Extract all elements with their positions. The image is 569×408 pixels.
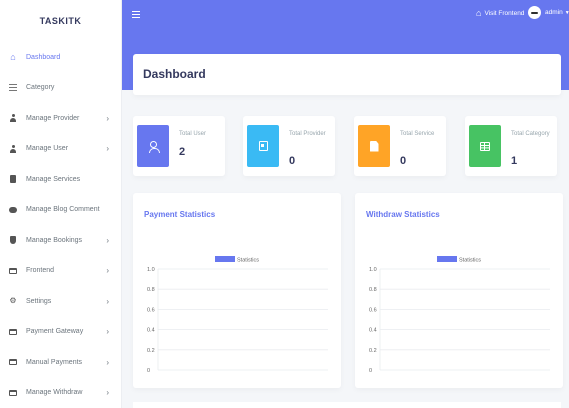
y-tick-label: 0.6 bbox=[369, 307, 377, 313]
withdraw-statistics-card: Withdraw Statistics Statistics 1.0 0.8 0.6 0… bbox=[355, 193, 563, 388]
stat-label: Total User bbox=[179, 131, 207, 137]
stat-icon-box bbox=[247, 125, 279, 167]
file-icon bbox=[369, 140, 379, 152]
sidebar-item-manage-user[interactable]: Manage User › bbox=[0, 134, 121, 165]
stat-value: 2 bbox=[179, 146, 186, 158]
y-tick-label: 1.0 bbox=[147, 267, 155, 273]
booking-icon bbox=[8, 235, 18, 245]
sidebar-item-manual-payments[interactable]: Manual Payments › bbox=[0, 347, 121, 378]
service-icon bbox=[8, 174, 18, 184]
y-tick-label: 1.0 bbox=[369, 267, 377, 273]
user-icon bbox=[8, 144, 18, 154]
sidebar-item-payment-gateway[interactable]: Payment Gateway › bbox=[0, 317, 121, 348]
user-icon bbox=[8, 113, 18, 123]
y-tick-label: 0.6 bbox=[147, 307, 155, 313]
frontend-icon bbox=[8, 266, 18, 276]
stat-label: Total Category bbox=[511, 131, 550, 137]
chevron-right-icon: › bbox=[106, 296, 109, 306]
list-icon bbox=[8, 83, 18, 93]
withdraw-statistics-chart: Statistics 1.0 0.8 0.6 0.4 0.2 0 bbox=[369, 256, 550, 374]
sidebar-item-manage-bookings[interactable]: Manage Bookings › bbox=[0, 225, 121, 256]
chevron-right-icon: › bbox=[106, 235, 109, 245]
sidebar-item-category[interactable]: Category bbox=[0, 73, 121, 104]
user-menu[interactable]: admin ▼ bbox=[528, 6, 569, 19]
list-icon bbox=[480, 141, 490, 151]
sidebar-item-label: Manage Services bbox=[26, 175, 81, 183]
home-icon: ⌂ bbox=[10, 51, 16, 62]
stat-icon-box bbox=[469, 125, 501, 167]
sidebar-item-manage-withdraw[interactable]: Manage Withdraw › bbox=[0, 378, 121, 408]
home-icon: ⌂ bbox=[476, 8, 482, 18]
sidebar-item-label: Category bbox=[26, 84, 55, 92]
stat-label: Total Service bbox=[400, 131, 435, 137]
id-card-icon bbox=[258, 141, 268, 151]
gear-icon: ⚙ bbox=[9, 296, 17, 306]
legend-label: Statistics bbox=[459, 258, 481, 264]
stat-value: 0 bbox=[400, 155, 407, 167]
sidebar-item-dashboard[interactable]: ⌂ Dashboard bbox=[0, 42, 121, 73]
page-header-card: Dashboard bbox=[133, 54, 561, 95]
card-icon bbox=[8, 388, 18, 398]
chevron-right-icon: › bbox=[106, 357, 109, 367]
visit-frontend-label: Visit Frontend bbox=[484, 10, 525, 17]
sidebar-item-settings[interactable]: ⚙ Settings › bbox=[0, 286, 121, 317]
chevron-right-icon: › bbox=[106, 388, 109, 398]
chevron-right-icon: › bbox=[106, 266, 109, 276]
y-tick-label: 0.2 bbox=[369, 348, 377, 354]
chevron-right-icon: › bbox=[106, 113, 109, 123]
brand-logo[interactable]: TASKITK bbox=[0, 0, 121, 42]
sidebar-item-manage-provider[interactable]: Manage Provider › bbox=[0, 103, 121, 134]
chevron-right-icon: › bbox=[106, 327, 109, 337]
y-tick-label: 0.4 bbox=[369, 328, 377, 334]
sidebar-item-manage-blog-comment[interactable]: Manage Blog Comment bbox=[0, 195, 121, 226]
hamburger-menu-icon[interactable] bbox=[132, 11, 140, 18]
chevron-right-icon: › bbox=[106, 144, 109, 154]
stat-card-total-category: Total Category 1 bbox=[465, 116, 557, 176]
stat-value: 0 bbox=[289, 155, 296, 167]
caret-down-icon: ▼ bbox=[564, 9, 569, 16]
payment-statistics-chart: Statistics 1.0 0.8 0.6 0.4 0.2 0 bbox=[147, 256, 328, 374]
stat-card-total-service: Total Service 0 bbox=[354, 116, 446, 176]
user-icon bbox=[148, 140, 160, 153]
y-tick-label: 0.2 bbox=[147, 348, 155, 354]
y-tick-label: 0.8 bbox=[369, 287, 377, 293]
user-name: admin bbox=[545, 9, 563, 16]
stat-card-total-user: Total User 2 bbox=[133, 116, 225, 176]
stat-label: Total Provider bbox=[289, 131, 326, 137]
y-tick-label: 0 bbox=[369, 368, 372, 374]
avatar bbox=[528, 6, 541, 19]
sidebar-menu: ⌂ Dashboard Category Manage Provider › M… bbox=[0, 42, 121, 408]
sidebar-item-frontend[interactable]: Frontend › bbox=[0, 256, 121, 287]
sidebar-item-label: Manage Blog Comment bbox=[26, 206, 100, 214]
next-card-edge bbox=[133, 402, 561, 408]
sidebar-item-manage-services[interactable]: Manage Services bbox=[0, 164, 121, 195]
visit-frontend-link[interactable]: ⌂ Visit Frontend bbox=[476, 9, 524, 18]
stat-icon-box bbox=[358, 125, 390, 167]
legend-swatch[interactable] bbox=[215, 256, 235, 262]
legend-label: Statistics bbox=[237, 258, 259, 264]
sidebar-item-label: Dashboard bbox=[26, 53, 61, 61]
page-title: Dashboard bbox=[143, 67, 206, 81]
y-tick-label: 0.8 bbox=[147, 287, 155, 293]
payment-statistics-card: Payment Statistics Statistics 1.0 0.8 0.6 0.… bbox=[133, 193, 341, 388]
sidebar: TASKITK ⌂ Dashboard Category Manage Prov… bbox=[0, 0, 122, 408]
comment-icon bbox=[8, 205, 18, 215]
stat-icon-box bbox=[137, 125, 169, 167]
legend-swatch[interactable] bbox=[437, 256, 457, 262]
y-tick-label: 0 bbox=[147, 368, 150, 374]
y-tick-label: 0.4 bbox=[147, 328, 155, 334]
stat-value: 1 bbox=[511, 155, 518, 167]
stat-card-total-provider: Total Provider 0 bbox=[243, 116, 335, 176]
card-icon bbox=[8, 357, 18, 367]
card-icon bbox=[8, 327, 18, 337]
